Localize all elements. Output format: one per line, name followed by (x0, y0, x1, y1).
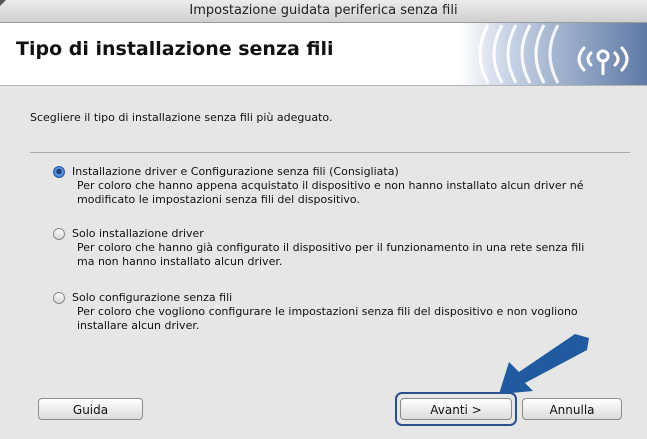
option-description: Per coloro che vogliono configurare le i… (77, 305, 578, 332)
arrow-pointer-icon (497, 334, 592, 399)
wizard-content: Scegliere il tipo di installazione senza… (0, 86, 647, 439)
wireless-signal-icon (460, 23, 647, 85)
title-bar[interactable]: Impostazione guidata periferica senza fi… (0, 0, 647, 23)
help-button[interactable]: Guida (38, 398, 143, 420)
option-label[interactable]: Installazione driver e Configurazione se… (72, 165, 399, 178)
radio-button-selected[interactable] (53, 166, 65, 178)
next-button[interactable]: Avanti > (400, 398, 512, 420)
cancel-button[interactable]: Annulla (522, 398, 622, 420)
radio-button[interactable] (53, 228, 65, 240)
option-label[interactable]: Solo configurazione senza fili (72, 291, 232, 304)
wizard-window: Impostazione guidata periferica senza fi… (0, 0, 647, 439)
radio-button[interactable] (53, 292, 65, 304)
window-title: Impostazione guidata periferica senza fi… (189, 3, 458, 18)
divider (30, 152, 630, 153)
option-description: Per coloro che hanno già configurato il … (77, 241, 585, 268)
page-title: Tipo di installazione senza fili (16, 38, 334, 60)
option-label[interactable]: Solo installazione driver (72, 227, 204, 240)
option-description: Per coloro che hanno appena acquistato i… (77, 179, 584, 206)
wizard-header: Tipo di installazione senza fili (0, 23, 647, 86)
instruction-text: Scegliere il tipo di installazione senza… (30, 111, 333, 124)
